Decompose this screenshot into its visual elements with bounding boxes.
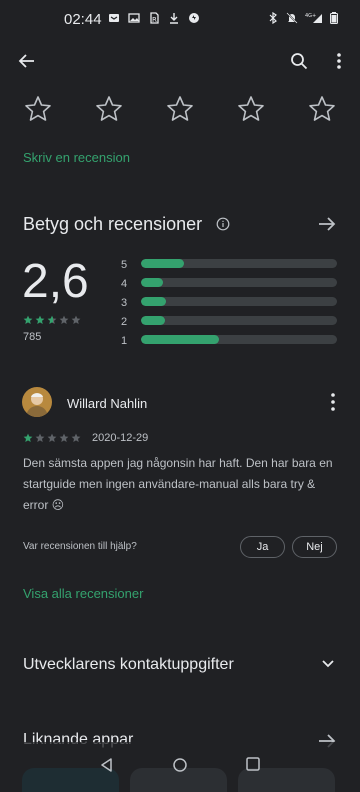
status-time: 02:44 (64, 11, 102, 28)
rating-bar-fill (141, 259, 185, 268)
star-icon (47, 315, 57, 324)
rating-bar-fill (141, 278, 163, 287)
nav-back-icon[interactable] (99, 757, 115, 773)
mute-icon (286, 12, 298, 24)
rating-bar-row: 5 (121, 257, 339, 276)
rating-bar-track (141, 335, 337, 344)
rating-bar-fill (141, 316, 165, 325)
arrow-forward-icon[interactable] (316, 213, 338, 235)
status-bar: 02:44 R 4G+ (0, 0, 360, 40)
rating-bar-row: 3 (121, 295, 339, 314)
signal-icon: 4G+ (305, 12, 323, 24)
rating-bar-fill (141, 335, 220, 344)
star-icon (47, 433, 57, 442)
see-all-reviews-link[interactable]: Visa alla recensioner (23, 586, 143, 601)
rate-star-1[interactable] (23, 94, 53, 124)
star-icon (71, 315, 81, 324)
chevron-down-icon[interactable] (320, 656, 336, 672)
star-icon (35, 433, 45, 442)
app-details-screen: 02:44 R 4G+ Skriv en recension Betyg och… (0, 0, 360, 792)
rating-bar-label: 3 (121, 297, 128, 309)
helpful-yes-button[interactable]: Ja (240, 536, 285, 558)
rate-star-2[interactable] (94, 94, 124, 124)
photo-icon (128, 12, 140, 24)
rating-bar-label: 4 (121, 278, 128, 290)
rating-bar-label: 1 (121, 335, 128, 347)
search-button[interactable] (286, 48, 312, 74)
nav-home-icon[interactable] (172, 757, 188, 773)
rate-star-5[interactable] (307, 94, 337, 124)
arrow-back-icon (18, 54, 34, 68)
top-app-bar (0, 40, 360, 82)
rating-bar-row: 4 (121, 276, 339, 295)
star-icon (23, 315, 33, 324)
average-stars (23, 315, 81, 325)
helpful-question: Var recensionen till hjälp? (23, 541, 137, 552)
nav-recents-icon[interactable] (246, 757, 260, 771)
notification-icon (108, 12, 120, 24)
more-options-button[interactable] (326, 48, 352, 74)
ratings-title[interactable]: Betyg och recensioner (23, 214, 202, 235)
average-rating: 2,6 (22, 255, 89, 308)
rate-star-4[interactable] (236, 94, 266, 124)
rating-bar-fill (141, 297, 167, 306)
rating-bar-row: 1 (121, 333, 339, 352)
search-icon (291, 53, 308, 70)
review-stars (23, 433, 81, 443)
back-button[interactable] (14, 48, 40, 74)
rating-bar-track (141, 316, 337, 325)
app-icon: R (148, 12, 160, 24)
star-icon (71, 433, 81, 442)
review-date: 2020-12-29 (92, 432, 149, 444)
rating-bar-track (141, 297, 337, 306)
review-count: 785 (23, 331, 42, 343)
reviewer-name: Willard Nahlin (67, 396, 148, 411)
rating-distribution: 5 4 3 2 1 (121, 257, 339, 352)
bluetooth-icon (267, 12, 279, 24)
rating-bar-label: 5 (121, 259, 128, 271)
star-icon (35, 315, 45, 324)
status-system-icons: 4G+ (267, 12, 338, 24)
star-icon (59, 315, 69, 324)
battery-icon (330, 12, 338, 24)
more-vert-icon (337, 53, 341, 69)
rating-bar-track (141, 259, 337, 268)
review-text: Den sämsta appen jag någonsin har haft. … (23, 456, 333, 512)
avatar (22, 387, 52, 417)
developer-contact-header[interactable]: Utvecklarens kontaktuppgifter (23, 656, 234, 674)
sync-icon (188, 12, 200, 24)
svg-text:R: R (152, 16, 157, 24)
star-icon (23, 433, 33, 442)
helpful-no-button[interactable]: Nej (292, 536, 337, 558)
more-vert-icon[interactable] (328, 391, 338, 413)
rating-bar-row: 2 (121, 314, 339, 333)
info-icon[interactable] (216, 217, 230, 231)
rate-app-stars (0, 94, 360, 126)
network-label: 4G+ (305, 13, 316, 19)
rating-bar-label: 2 (121, 316, 128, 328)
write-review-link[interactable]: Skriv en recension (23, 150, 130, 165)
star-icon (59, 433, 69, 442)
status-notification-icons: R (108, 12, 200, 24)
similar-app-card[interactable] (238, 768, 335, 792)
download-icon (168, 12, 180, 24)
rating-bar-track (141, 278, 337, 287)
rate-star-3[interactable] (165, 94, 195, 124)
